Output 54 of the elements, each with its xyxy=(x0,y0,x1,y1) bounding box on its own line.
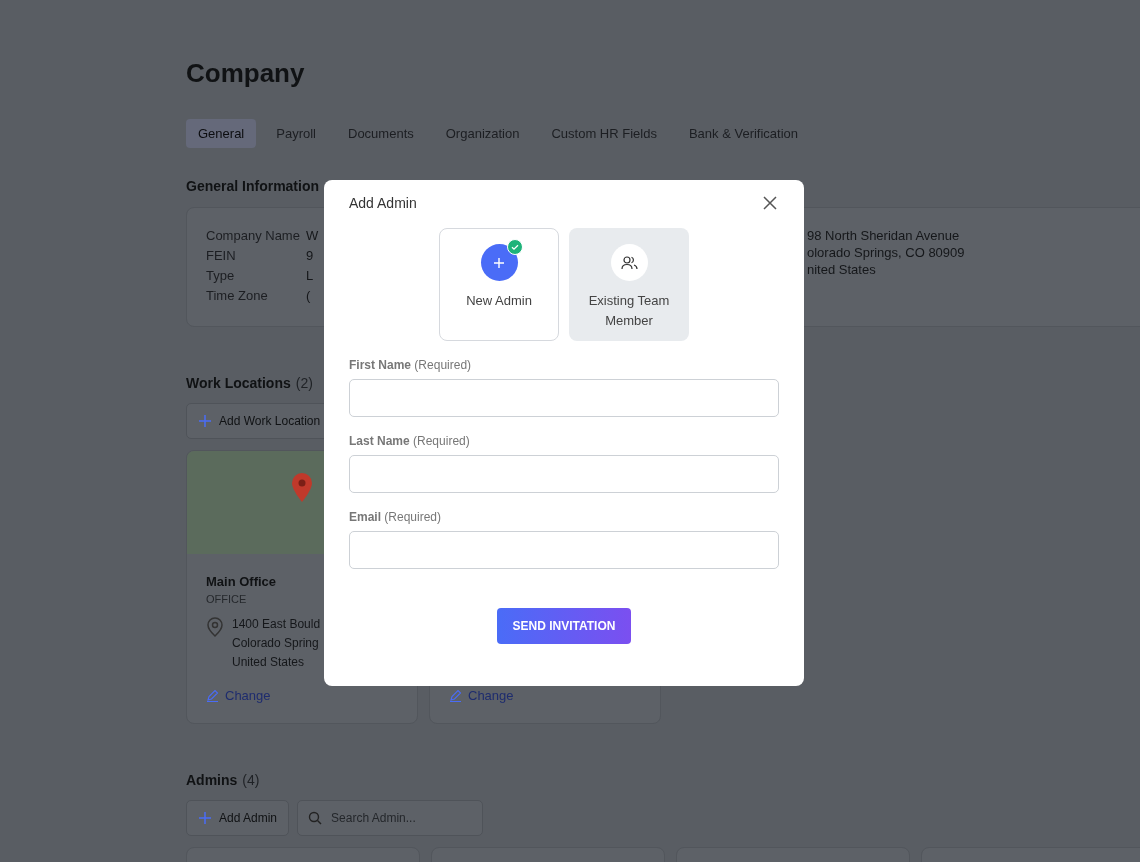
count-label: (4) xyxy=(242,772,260,788)
location-type: OFFICE xyxy=(206,593,248,605)
close-button[interactable] xyxy=(761,194,779,212)
change-link[interactable]: Change xyxy=(449,688,641,703)
input-field[interactable] xyxy=(349,455,779,493)
map-pin-icon xyxy=(291,473,313,503)
tab[interactable]: Organization xyxy=(433,119,532,148)
field-value: ( xyxy=(306,288,311,303)
field-value: 9 xyxy=(306,248,314,263)
section-heading: Admins xyxy=(186,772,238,788)
location-name: Main Office xyxy=(206,574,278,589)
search-icon xyxy=(308,811,323,825)
field-label: Email (Required) xyxy=(349,510,443,524)
pencil-icon xyxy=(206,689,219,702)
plus-icon xyxy=(198,811,212,825)
input-field[interactable] xyxy=(349,379,779,417)
address-line: Colorado Spring xyxy=(232,636,320,650)
field-label: Time Zone xyxy=(206,288,269,303)
section-heading: Work Locations xyxy=(186,375,291,391)
plus-icon xyxy=(493,256,505,269)
people-icon xyxy=(620,254,638,271)
count-label: (2) xyxy=(295,375,313,391)
tab[interactable]: Custom HR Fields xyxy=(539,119,669,148)
pencil-icon xyxy=(449,689,462,702)
close-icon xyxy=(763,196,777,210)
page-title: Company xyxy=(186,58,306,89)
dialog-title: Add Admin xyxy=(349,195,417,211)
field-label: Type xyxy=(206,268,236,283)
field-label: Last Name (Required) xyxy=(349,434,471,448)
tab[interactable]: General xyxy=(186,119,257,148)
option-card[interactable]: Existing Team Member xyxy=(569,228,689,341)
tab[interactable]: Documents xyxy=(336,119,426,148)
section-heading: General Information xyxy=(186,178,321,194)
add-admin-button[interactable]: Add Admin xyxy=(186,800,290,836)
input-field[interactable] xyxy=(349,531,779,569)
address-line: 1400 East Bould xyxy=(232,617,321,631)
change-link[interactable]: Change xyxy=(206,688,398,703)
address-line: nited States xyxy=(807,262,877,277)
field-value: L xyxy=(306,268,314,283)
location-pin-icon xyxy=(206,617,224,637)
send-invitation-button[interactable]: SEND INVITATION xyxy=(497,608,631,644)
tab[interactable]: Payroll xyxy=(264,119,328,148)
option-card[interactable]: New Admin xyxy=(439,228,559,341)
field-label: Company Name xyxy=(206,228,301,243)
address-line: United States xyxy=(232,655,306,669)
field-value: W xyxy=(306,228,319,243)
address-line: 98 North Sheridan Avenue xyxy=(807,228,961,243)
field-label: FEIN xyxy=(206,248,237,263)
check-badge-icon xyxy=(506,239,523,255)
plus-icon xyxy=(198,414,212,428)
search-field[interactable]: Search Admin... xyxy=(297,800,484,836)
address-line: olorado Springs, CO 80909 xyxy=(807,245,965,260)
tab[interactable]: Bank & Verification xyxy=(676,119,811,148)
field-label: First Name (Required) xyxy=(349,358,473,372)
